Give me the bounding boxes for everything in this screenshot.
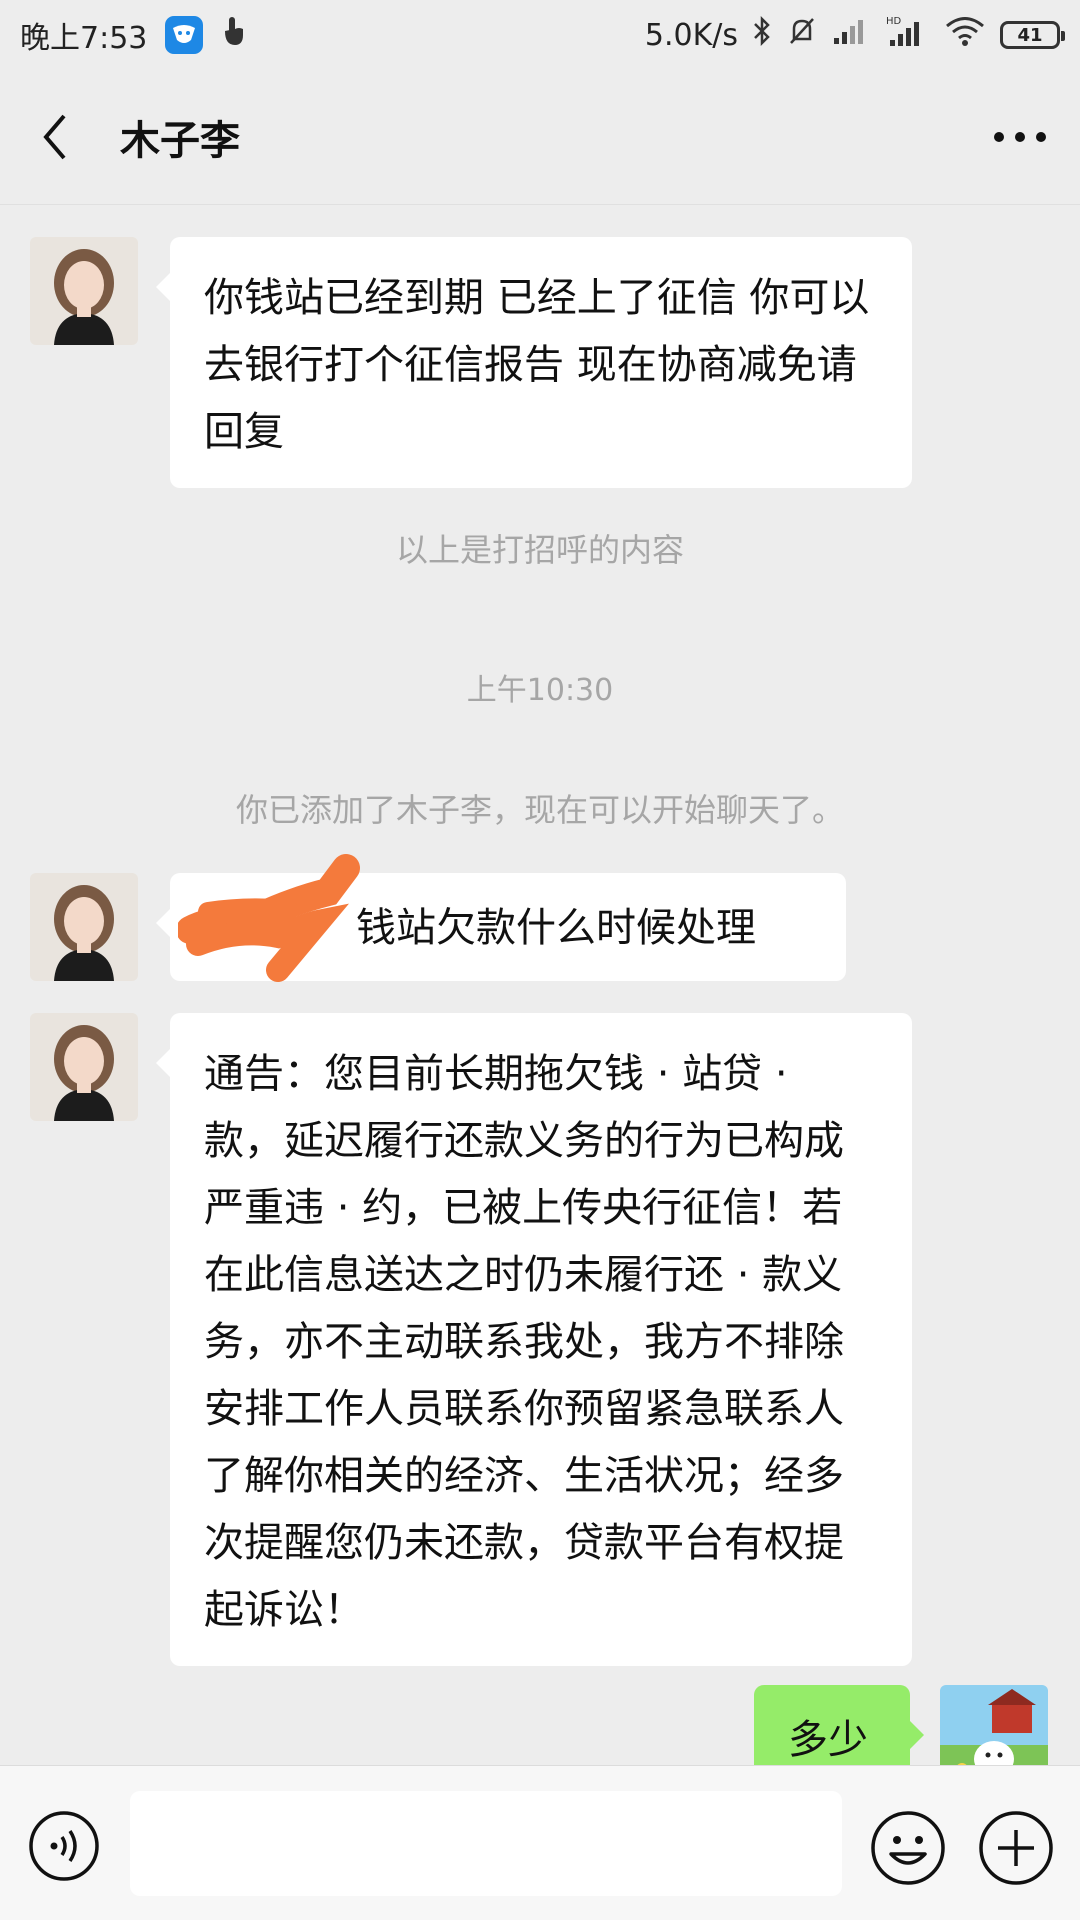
message-bubble-sent[interactable]: 多少 [754, 1685, 924, 1765]
app-notification-icon [165, 16, 204, 54]
timestamp: 上午10:30 [466, 673, 614, 708]
chat-header: 木子李 [0, 70, 1080, 205]
emoji-icon [871, 1811, 945, 1885]
svg-text:HD: HD [886, 16, 902, 27]
voice-button[interactable] [28, 1810, 100, 1882]
battery-indicator: 41 [1000, 21, 1065, 49]
network-speed: 5.0K/s [644, 17, 738, 53]
signal-icon [832, 16, 872, 54]
input-bar [0, 1765, 1080, 1920]
chevron-left-icon [43, 114, 66, 160]
status-time: 晚上7:53 [20, 21, 148, 56]
more-functions-button[interactable] [978, 1810, 1054, 1886]
more-button[interactable] [990, 107, 1050, 167]
more-dots-icon [994, 132, 1046, 142]
chat-title: 木子李 [120, 118, 240, 164]
emoji-button[interactable] [870, 1810, 946, 1886]
contact-avatar[interactable] [30, 873, 138, 981]
system-note: 你已添加了木子李，现在可以开始聊天了。 [235, 791, 844, 829]
mute-bell-icon [786, 15, 818, 55]
status-bar: 晚上7:53 5.0K/s HD 41 [0, 0, 1080, 70]
contact-avatar[interactable] [30, 237, 138, 345]
wifi-icon [944, 15, 986, 55]
message-text: 多少 [788, 1717, 868, 1763]
battery-level: 41 [1017, 24, 1043, 46]
message-bubble-received[interactable]: 你钱站已经到期 已经上了征信 你可以去银行打个征信报告 现在协商减免请回复 [156, 237, 912, 488]
chat-area[interactable]: 你钱站已经到期 已经上了征信 你可以去银行打个征信报告 现在协商减免请回复 以上… [0, 205, 1080, 1765]
voice-icon [29, 1811, 99, 1881]
system-note: 以上是打招呼的内容 [395, 531, 684, 569]
my-avatar[interactable] [940, 1685, 1048, 1765]
contact-avatar[interactable] [30, 1013, 138, 1121]
back-button[interactable] [30, 107, 80, 167]
message-text: 钱站欠款什么时候处理 [356, 905, 756, 951]
plus-icon [979, 1811, 1053, 1885]
message-input[interactable] [130, 1791, 842, 1896]
hd-signal-icon: HD [886, 14, 930, 56]
message-bubble-received[interactable]: 钱站欠款什么时候处理 [156, 873, 846, 981]
message-text: 通告：您目前长期拖欠钱 · 站贷 · 款，延迟履行还款义务的行为已构成严重违 ·… [204, 1051, 844, 1633]
touch-icon [221, 15, 245, 55]
bluetooth-icon [752, 15, 772, 55]
message-bubble-received[interactable]: 通告：您目前长期拖欠钱 · 站贷 · 款，延迟履行还款义务的行为已构成严重违 ·… [156, 1013, 912, 1666]
message-text: 你钱站已经到期 已经上了征信 你可以去银行打个征信报告 现在协商减免请回复 [204, 275, 870, 455]
